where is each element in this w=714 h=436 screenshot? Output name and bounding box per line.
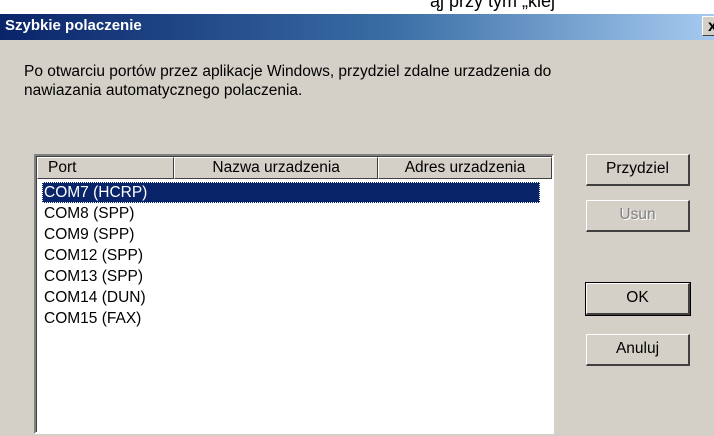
- cancel-button[interactable]: Anuluj: [586, 334, 690, 366]
- cancel-button-label: Anuluj: [615, 340, 660, 357]
- list-item[interactable]: COM15 (FAX): [42, 308, 540, 329]
- list-rows: COM7 (HCRP) COM8 (SPP) COM9 (SPP) COM12 …: [42, 182, 540, 329]
- column-header-device-address[interactable]: Adres urzadzenia: [378, 157, 552, 179]
- close-icon: x: [708, 18, 714, 35]
- title-bar[interactable]: Szybkie polaczenie x: [0, 14, 714, 40]
- assign-button[interactable]: Przydziel: [586, 154, 690, 186]
- remove-button-label: Usun: [619, 206, 656, 223]
- ok-button[interactable]: OK: [585, 282, 691, 316]
- instruction-text: Po otwarciu portów przez aplikacje Windo…: [24, 63, 552, 99]
- close-button[interactable]: x: [702, 16, 714, 36]
- background-document-fragment: ąj przy tym „klej: [0, 0, 714, 14]
- list-item[interactable]: COM14 (DUN): [42, 287, 540, 308]
- list-item-selected[interactable]: COM7 (HCRP): [42, 182, 540, 203]
- column-header-device-name[interactable]: Nazwa urzadzenia: [174, 157, 379, 179]
- dialog-body: Po otwarciu portów przez aplikacje Windo…: [0, 40, 714, 436]
- list-item[interactable]: COM13 (SPP): [42, 266, 540, 287]
- background-text: ąj przy tym „klej: [430, 0, 556, 11]
- list-item[interactable]: COM8 (SPP): [42, 203, 540, 224]
- list-header: Port Nazwa urzadzenia Adres urzadzenia: [37, 157, 552, 179]
- port-list[interactable]: Port Nazwa urzadzenia Adres urzadzenia C…: [34, 154, 554, 434]
- assign-button-label: Przydziel: [606, 160, 669, 177]
- ok-button-label: OK: [626, 289, 649, 306]
- column-header-port[interactable]: Port: [37, 157, 175, 179]
- list-item[interactable]: COM12 (SPP): [42, 245, 540, 266]
- remove-button[interactable]: Usun: [586, 200, 690, 232]
- list-item[interactable]: COM9 (SPP): [42, 224, 540, 245]
- window-title: Szybkie polaczenie: [5, 17, 142, 34]
